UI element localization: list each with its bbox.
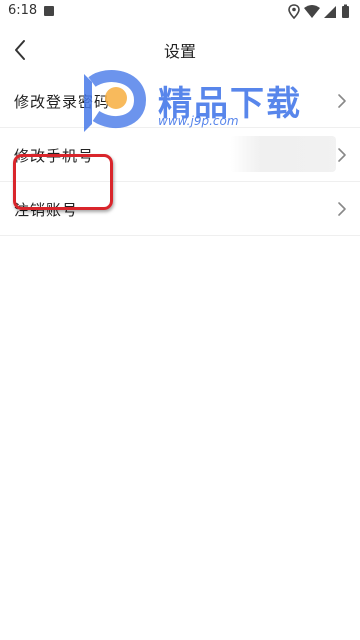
signal-icon <box>324 6 336 18</box>
status-time: 6:18 <box>8 3 38 18</box>
battery-icon <box>342 4 349 18</box>
chevron-right-icon <box>338 148 346 162</box>
highlight-box <box>13 154 113 210</box>
wifi-icon <box>304 5 320 18</box>
status-bar: 6:18 <box>0 0 360 24</box>
location-icon <box>288 4 300 20</box>
notification-square-icon <box>44 6 54 16</box>
chevron-right-icon <box>338 202 346 216</box>
status-icons <box>288 3 352 21</box>
title-bar: 设置 <box>0 28 360 72</box>
row-change-password[interactable]: 修改登录密码 <box>0 74 360 128</box>
page-title: 设置 <box>163 42 196 61</box>
blurred-phone-value <box>230 136 336 172</box>
chevron-right-icon <box>338 94 346 108</box>
row-label: 修改登录密码 <box>14 93 111 111</box>
